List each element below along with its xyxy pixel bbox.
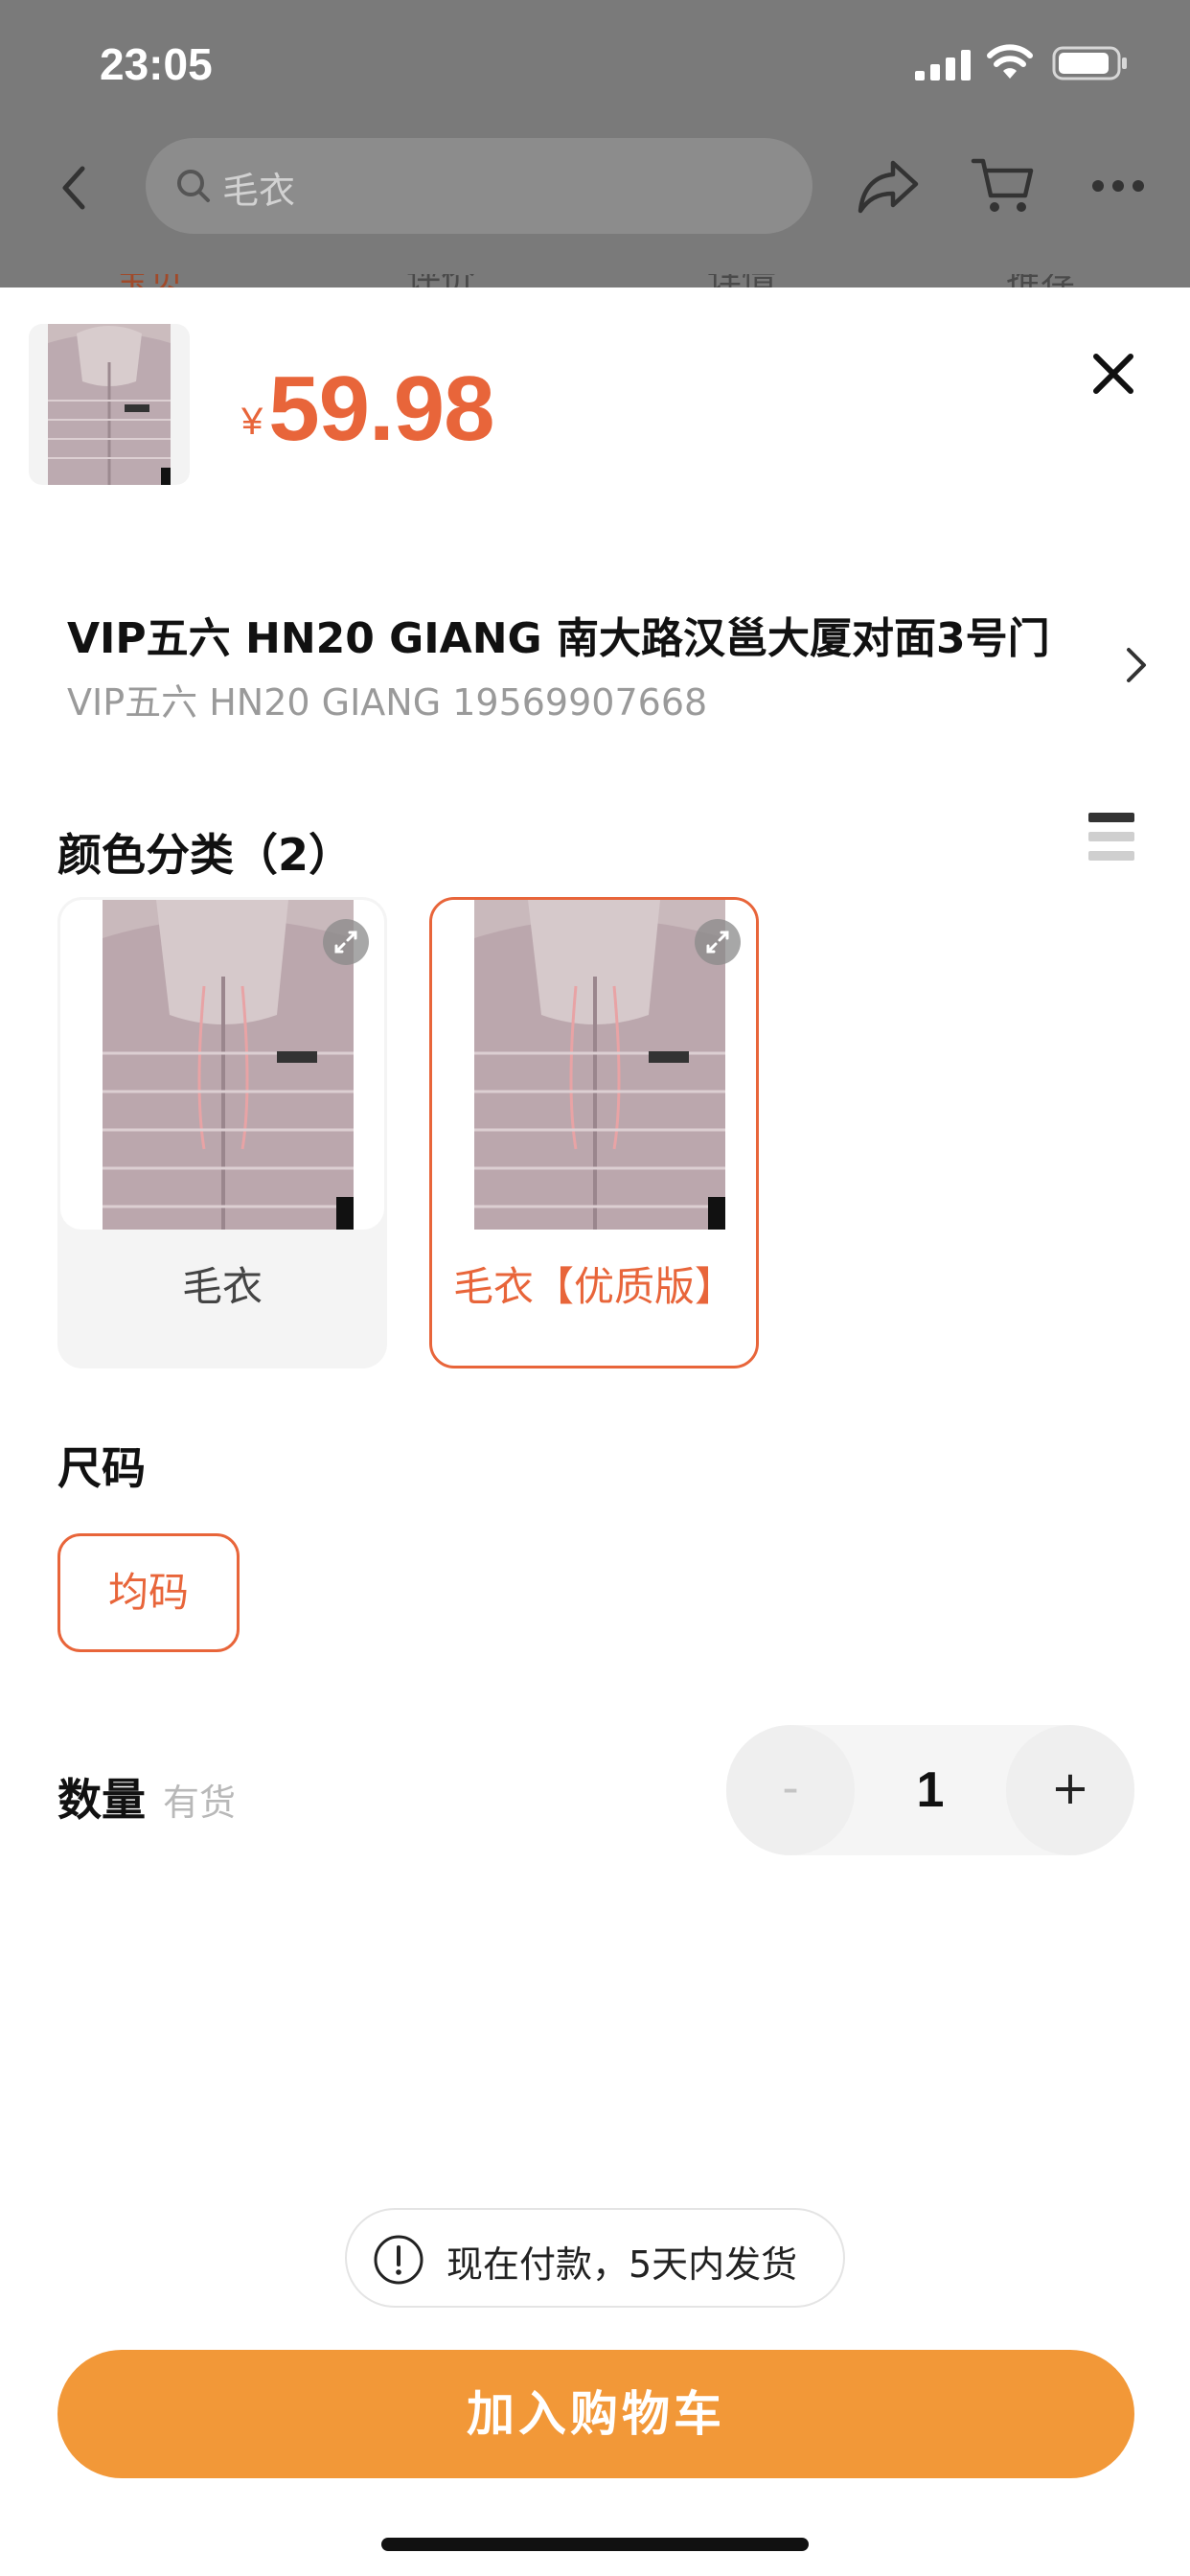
size-option-selected[interactable]: 均码: [57, 1533, 240, 1652]
tab-reviews[interactable]: 评价: [406, 274, 475, 288]
color-section-title: 颜色分类（2）: [57, 829, 354, 881]
home-indicator: [381, 2538, 809, 2551]
price-value: 59.98: [268, 357, 494, 460]
status-bar: 23:05: [0, 0, 1190, 134]
color-option[interactable]: 毛衣: [57, 897, 387, 1368]
sku-sheet: ¥59.98 VIP五六 HN20 GIANG 南大路汉邕大厦对面3号门 VIP…: [0, 288, 1190, 2576]
address-subtitle: VIP五六 HN20 GIANG 19569907668: [67, 681, 708, 724]
more-icon[interactable]: [1090, 178, 1146, 194]
currency-symbol: ¥: [241, 401, 263, 443]
address-selector[interactable]: VIP五六 HN20 GIANG 南大路汉邕大厦对面3号门 VIP五六 HN20…: [67, 604, 1146, 728]
increase-button[interactable]: +: [1006, 1725, 1134, 1855]
price: ¥59.98: [241, 356, 494, 462]
shipping-note: 现在付款，5天内发货: [345, 2208, 845, 2308]
search-text: 毛衣: [222, 170, 296, 212]
quantity-value[interactable]: 1: [880, 1725, 981, 1855]
close-icon[interactable]: [1088, 349, 1138, 399]
color-option-selected[interactable]: 毛衣【优质版】: [429, 897, 759, 1368]
quantity-label: 数量: [57, 1774, 146, 1826]
list-view-icon[interactable]: [1088, 813, 1134, 861]
search-input[interactable]: 毛衣: [146, 138, 812, 234]
color-option-label: 毛衣: [181, 1263, 263, 1310]
search-icon: [177, 170, 210, 202]
back-icon[interactable]: [54, 159, 92, 217]
product-thumbnail[interactable]: [29, 324, 190, 485]
expand-icon[interactable]: [693, 917, 743, 967]
color-option-label: 毛衣【优质版】: [452, 1263, 735, 1310]
share-icon[interactable]: [857, 157, 920, 215]
stock-status: 有货: [163, 1782, 237, 1824]
quantity-stepper: - 1 +: [726, 1725, 1134, 1855]
shipping-text: 现在付款，5天内发货: [446, 2243, 798, 2286]
option-image: [432, 900, 756, 1230]
status-time: 23:05: [100, 39, 213, 89]
decrease-button[interactable]: -: [726, 1725, 855, 1855]
add-to-cart-button[interactable]: 加入购物车: [57, 2350, 1134, 2478]
battery-icon: [1052, 46, 1127, 80]
size-section-title: 尺码: [57, 1442, 146, 1494]
cart-icon[interactable]: [970, 153, 1035, 217]
background-tabs: 宝贝 评价 详情 推荐: [0, 274, 1190, 288]
tab-recommend[interactable]: 推荐: [1006, 274, 1075, 288]
tab-item[interactable]: 宝贝: [115, 274, 184, 288]
wifi-icon: [987, 44, 1033, 79]
alert-icon: [374, 2235, 423, 2285]
option-image: [60, 900, 384, 1230]
address-title: VIP五六 HN20 GIANG 南大路汉邕大厦对面3号门: [67, 614, 1050, 663]
tab-details[interactable]: 详情: [707, 274, 776, 288]
sweater-image: [48, 324, 171, 485]
top-nav: 毛衣: [0, 134, 1190, 249]
expand-icon[interactable]: [321, 917, 371, 967]
chevron-right-icon: [1127, 648, 1146, 682]
signal-icon: [915, 50, 971, 80]
